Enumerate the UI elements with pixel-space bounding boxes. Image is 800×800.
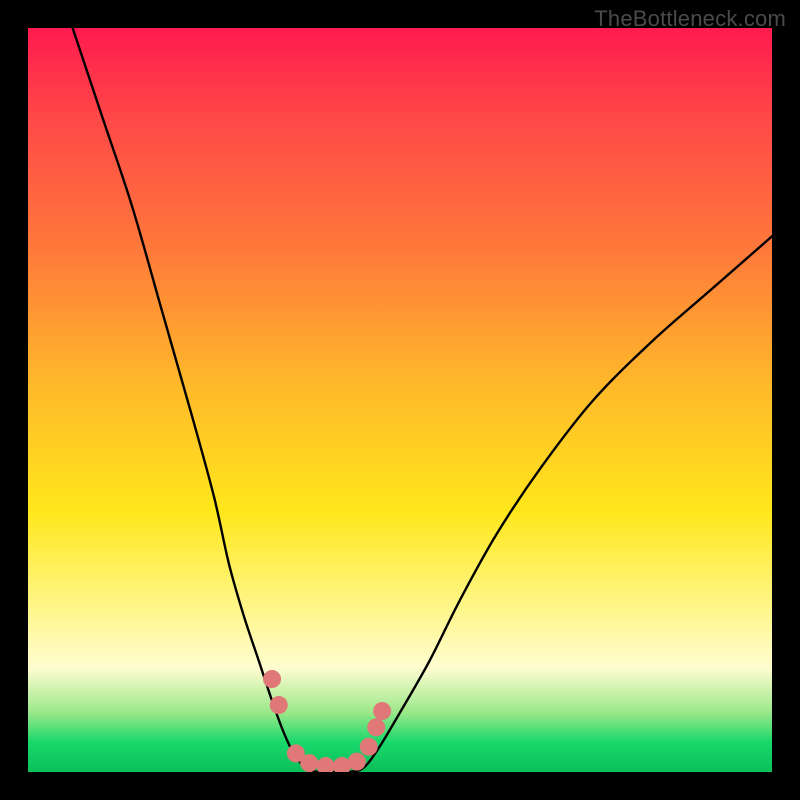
marker-dot [367,718,385,736]
marker-dot [263,670,281,688]
marker-dot [360,738,378,756]
bottleneck-curve [73,28,772,772]
marker-dot [373,702,391,720]
marker-dot [317,757,335,772]
marker-dot [348,753,366,771]
marker-dot [270,696,288,714]
watermark-text: TheBottleneck.com [594,6,786,32]
chart-svg [28,28,772,772]
marker-dot [300,754,318,772]
chart-plot-area [28,28,772,772]
